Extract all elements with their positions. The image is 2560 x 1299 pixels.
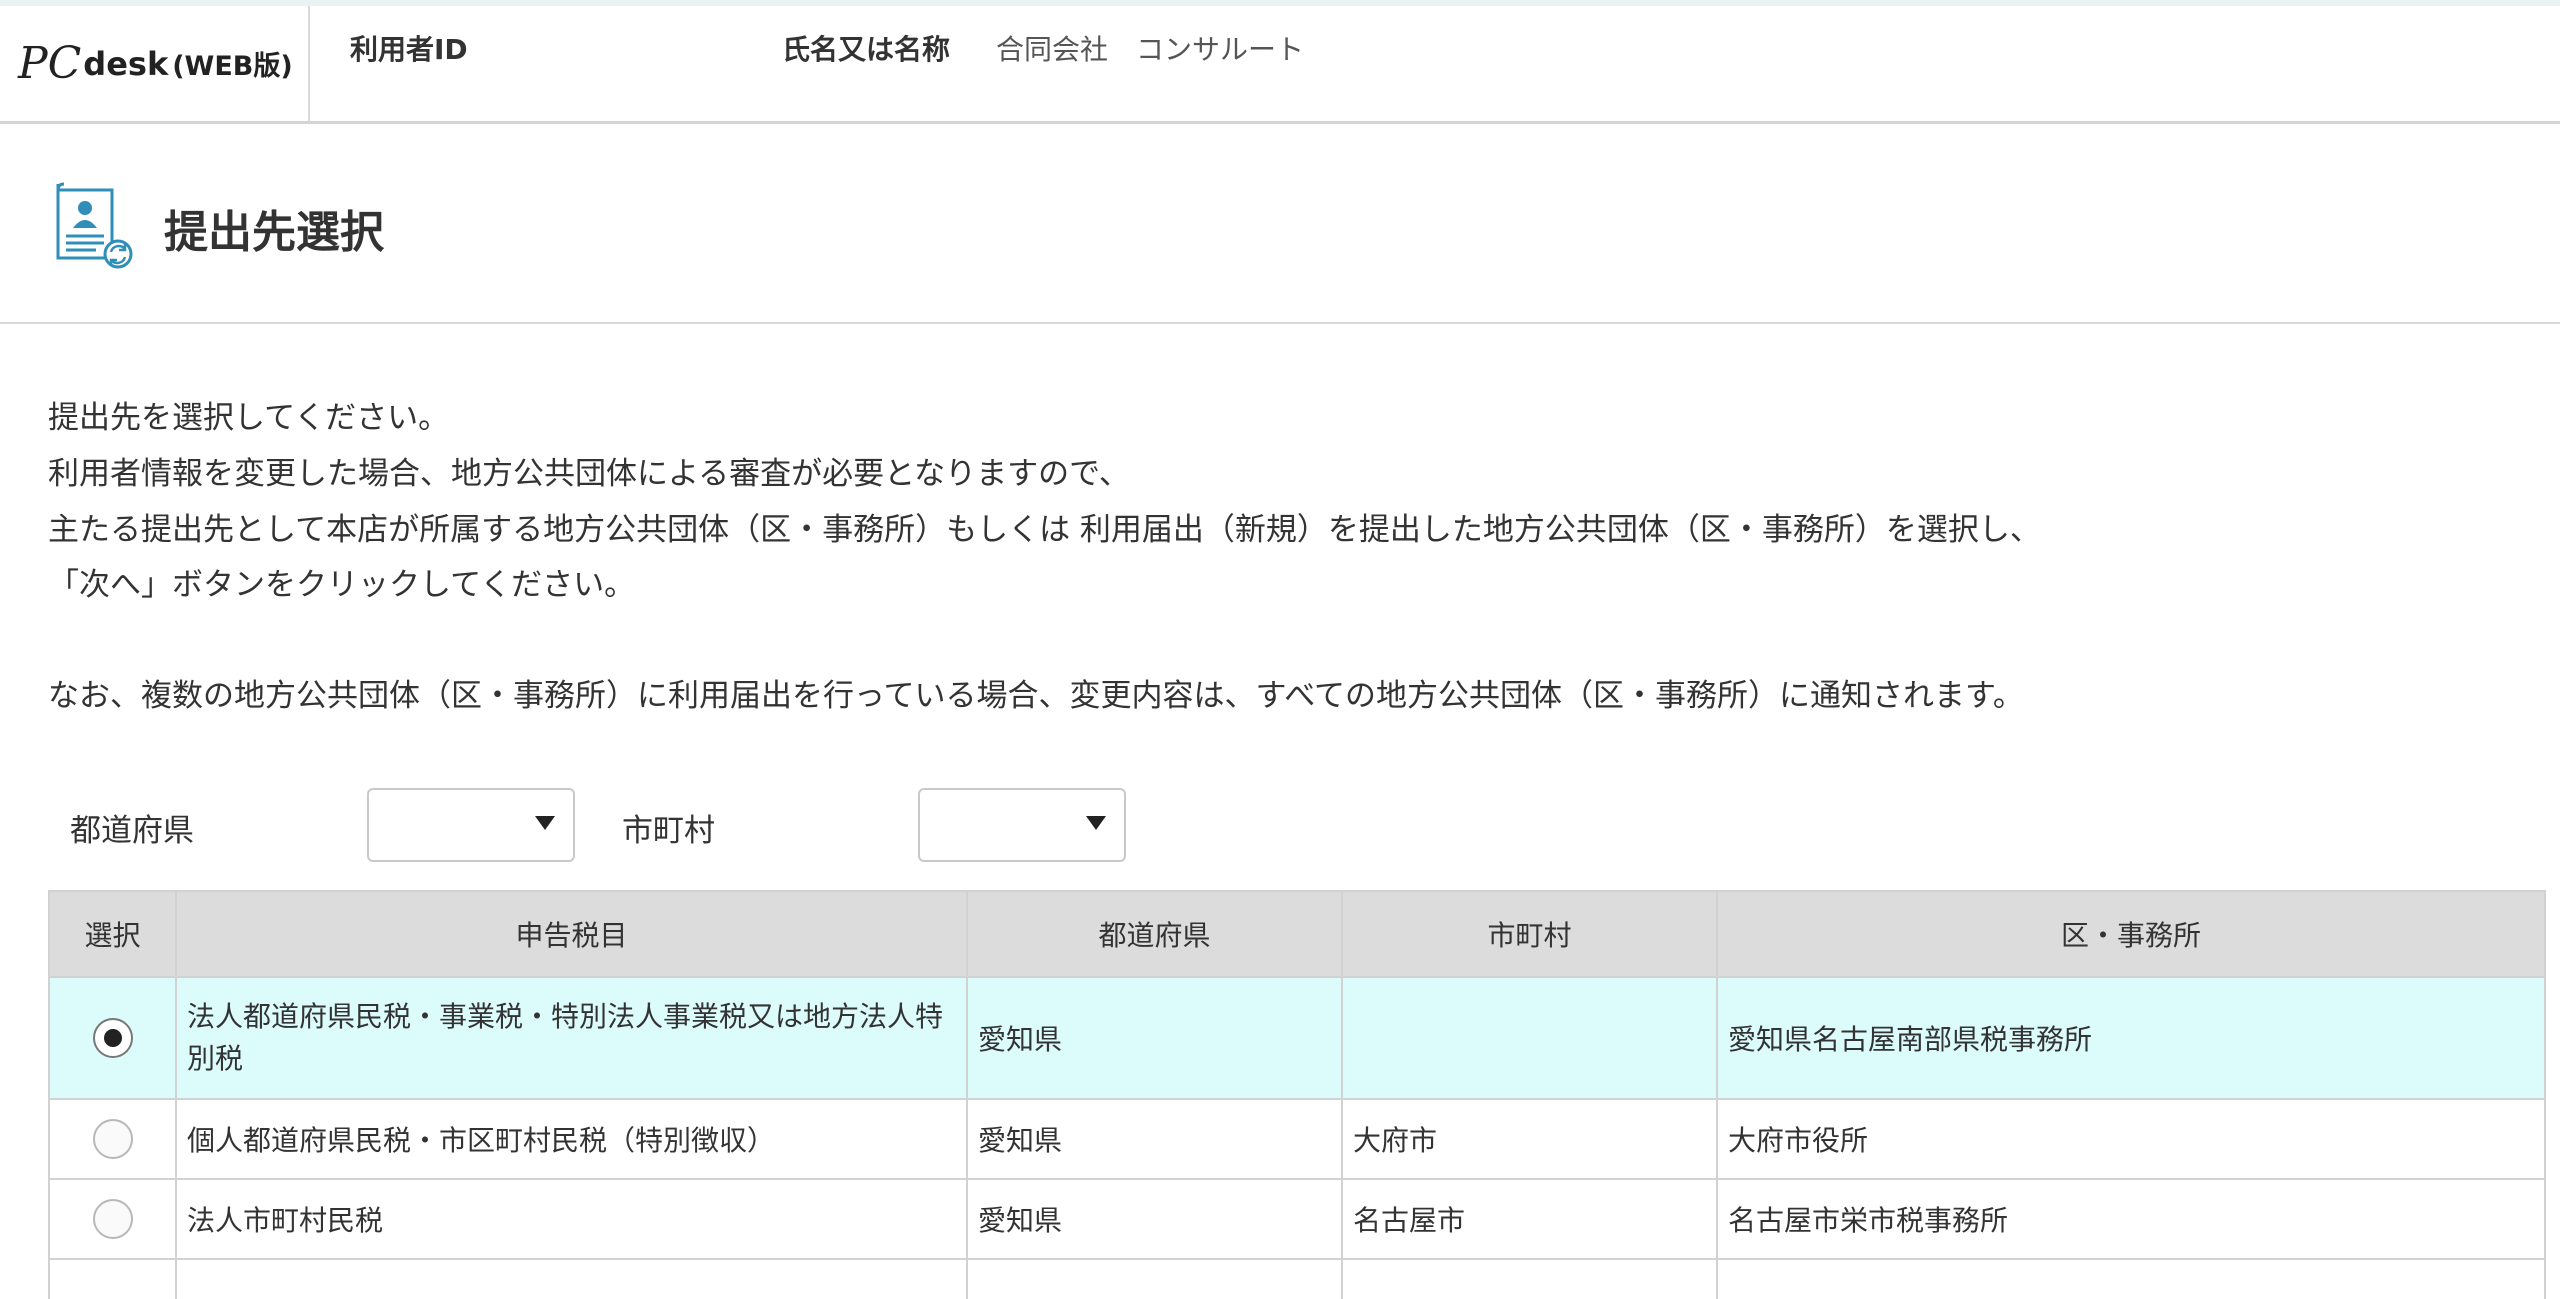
city-cell: 大府市 — [1341, 1098, 1718, 1180]
logo-pc-text: PC — [18, 38, 82, 89]
name-label: 氏名又は名称 — [782, 33, 951, 66]
app-header: PC desk (WEB版) 利用者ID 氏名又は名称 合同会社 コンサルート — [0, 6, 2560, 124]
select-cell[interactable] — [48, 1098, 177, 1180]
office-cell: 愛知県名古屋南部県税事務所 — [1716, 976, 2546, 1100]
row-radio-button[interactable] — [92, 1199, 133, 1239]
name-value: 合同会社 コンサルート — [996, 33, 1305, 66]
prefecture-cell: 愛知県 — [966, 1178, 1343, 1260]
instruction-line-4: 「次へ」ボタンをクリックしてください。 — [48, 567, 636, 603]
table-row[interactable]: 法人市町村民税 愛知県 名古屋市 名古屋市栄市税事務所 — [48, 1178, 2546, 1260]
instruction-line-3: 主たる提出先として本店が所属する地方公共団体（区・事務所）もしくは 利用届出（新… — [48, 512, 2041, 548]
office-cell: 名古屋市栄市税事務所 — [1716, 1178, 2546, 1260]
empty-cell — [48, 1258, 177, 1299]
prefecture-filter-label: 都道府県 — [70, 813, 194, 849]
empty-cell — [175, 1258, 968, 1299]
chevron-down-icon — [1086, 816, 1106, 830]
office-cell: 大府市役所 — [1716, 1098, 2546, 1180]
row-radio-button[interactable] — [92, 1018, 133, 1058]
table-row[interactable]: 法人都道府県民税・事業税・特別法人事業税又は地方法人特別税 愛知県 愛知県名古屋… — [48, 976, 2546, 1100]
chevron-down-icon — [535, 816, 555, 830]
app-logo[interactable]: PC desk (WEB版) — [0, 6, 310, 121]
prefecture-cell: 愛知県 — [966, 976, 1343, 1100]
table-row-partial — [48, 1258, 2546, 1299]
empty-cell — [966, 1258, 1343, 1299]
column-header-city: 市町村 — [1341, 890, 1718, 978]
instruction-line-2: 利用者情報を変更した場合、地方公共団体による審査が必要となりますので、 — [48, 456, 1130, 492]
submission-destination-table: 選択 申告税目 都道府県 市町村 区・事務所 法人都道府県民税・事業税・特別法人… — [48, 890, 2546, 1299]
select-cell[interactable] — [48, 1178, 177, 1260]
logo-desk-text: desk — [83, 44, 169, 83]
empty-cell — [1341, 1258, 1718, 1299]
city-cell: 名古屋市 — [1341, 1178, 1718, 1260]
column-header-office: 区・事務所 — [1716, 890, 2546, 978]
prefecture-cell: 愛知県 — [966, 1098, 1343, 1180]
page-title: 提出先選択 — [164, 207, 384, 258]
column-header-select: 選択 — [48, 890, 177, 978]
document-user-refresh-icon — [56, 182, 133, 269]
city-filter-label: 市町村 — [622, 813, 715, 849]
column-header-tax-item: 申告税目 — [175, 890, 968, 978]
user-id-label: 利用者ID — [350, 33, 468, 66]
table-header-row: 選択 申告税目 都道府県 市町村 区・事務所 — [48, 890, 2546, 978]
instruction-note: なお、複数の地方公共団体（区・事務所）に利用届出を行っている場合、変更内容は、す… — [48, 678, 2024, 714]
table-row[interactable]: 個人都道府県民税・市区町村民税（特別徴収） 愛知県 大府市 大府市役所 — [48, 1098, 2546, 1180]
tax-item-cell: 法人市町村民税 — [175, 1178, 968, 1260]
logo-web-text: (WEB版) — [172, 51, 293, 82]
page-title-bar: 提出先選択 — [0, 124, 2560, 324]
prefecture-select[interactable] — [367, 788, 575, 862]
city-cell — [1341, 976, 1718, 1100]
column-header-prefecture: 都道府県 — [966, 890, 1343, 978]
select-cell[interactable] — [48, 976, 177, 1100]
tax-item-cell: 法人都道府県民税・事業税・特別法人事業税又は地方法人特別税 — [175, 976, 968, 1100]
tax-item-cell: 個人都道府県民税・市区町村民税（特別徴収） — [175, 1098, 968, 1180]
empty-cell — [1716, 1258, 2546, 1299]
instruction-line-1: 提出先を選択してください。 — [48, 400, 450, 436]
city-select[interactable] — [918, 788, 1126, 862]
row-radio-button[interactable] — [92, 1119, 133, 1159]
